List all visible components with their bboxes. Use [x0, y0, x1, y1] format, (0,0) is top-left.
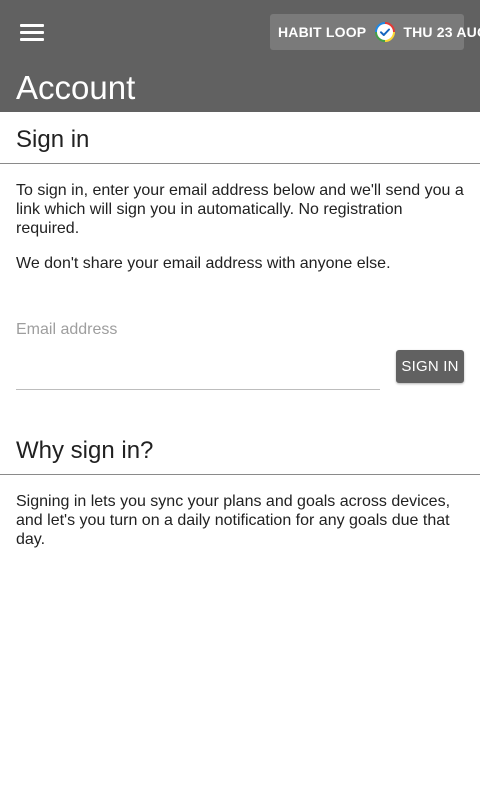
- page-title: Account: [16, 69, 136, 106]
- hamburger-menu-icon: [20, 24, 44, 27]
- why-sign-in-heading: Why sign in?: [16, 437, 154, 464]
- brand-name: HABIT LOOP: [278, 24, 367, 40]
- current-date: THU 23 AUG: [403, 24, 480, 40]
- sign-in-button[interactable]: SIGN IN: [396, 350, 464, 383]
- email-field[interactable]: [16, 348, 380, 390]
- sign-in-intro-text: To sign in, enter your email address bel…: [16, 182, 464, 237]
- sign-in-heading: Sign in: [16, 126, 90, 153]
- privacy-note: We don't share your email address with a…: [16, 255, 391, 272]
- hamburger-menu-icon-bar: [20, 38, 44, 41]
- habit-loop-logo-icon: [375, 22, 396, 42]
- why-sign-in-text: Signing in lets you sync your plans and …: [16, 493, 451, 548]
- sign-in-header: Sign in: [0, 112, 480, 164]
- hamburger-menu-icon-bar: [20, 31, 44, 34]
- app-bar: HABIT LOOP THU 23 AUG Account: [0, 0, 480, 112]
- why-sign-in-header: Why sign in?: [0, 423, 480, 475]
- menu-button[interactable]: [8, 12, 56, 52]
- brand-date-chip[interactable]: HABIT LOOP THU 23 AUG: [270, 14, 480, 50]
- email-field-label: Email address: [16, 321, 118, 338]
